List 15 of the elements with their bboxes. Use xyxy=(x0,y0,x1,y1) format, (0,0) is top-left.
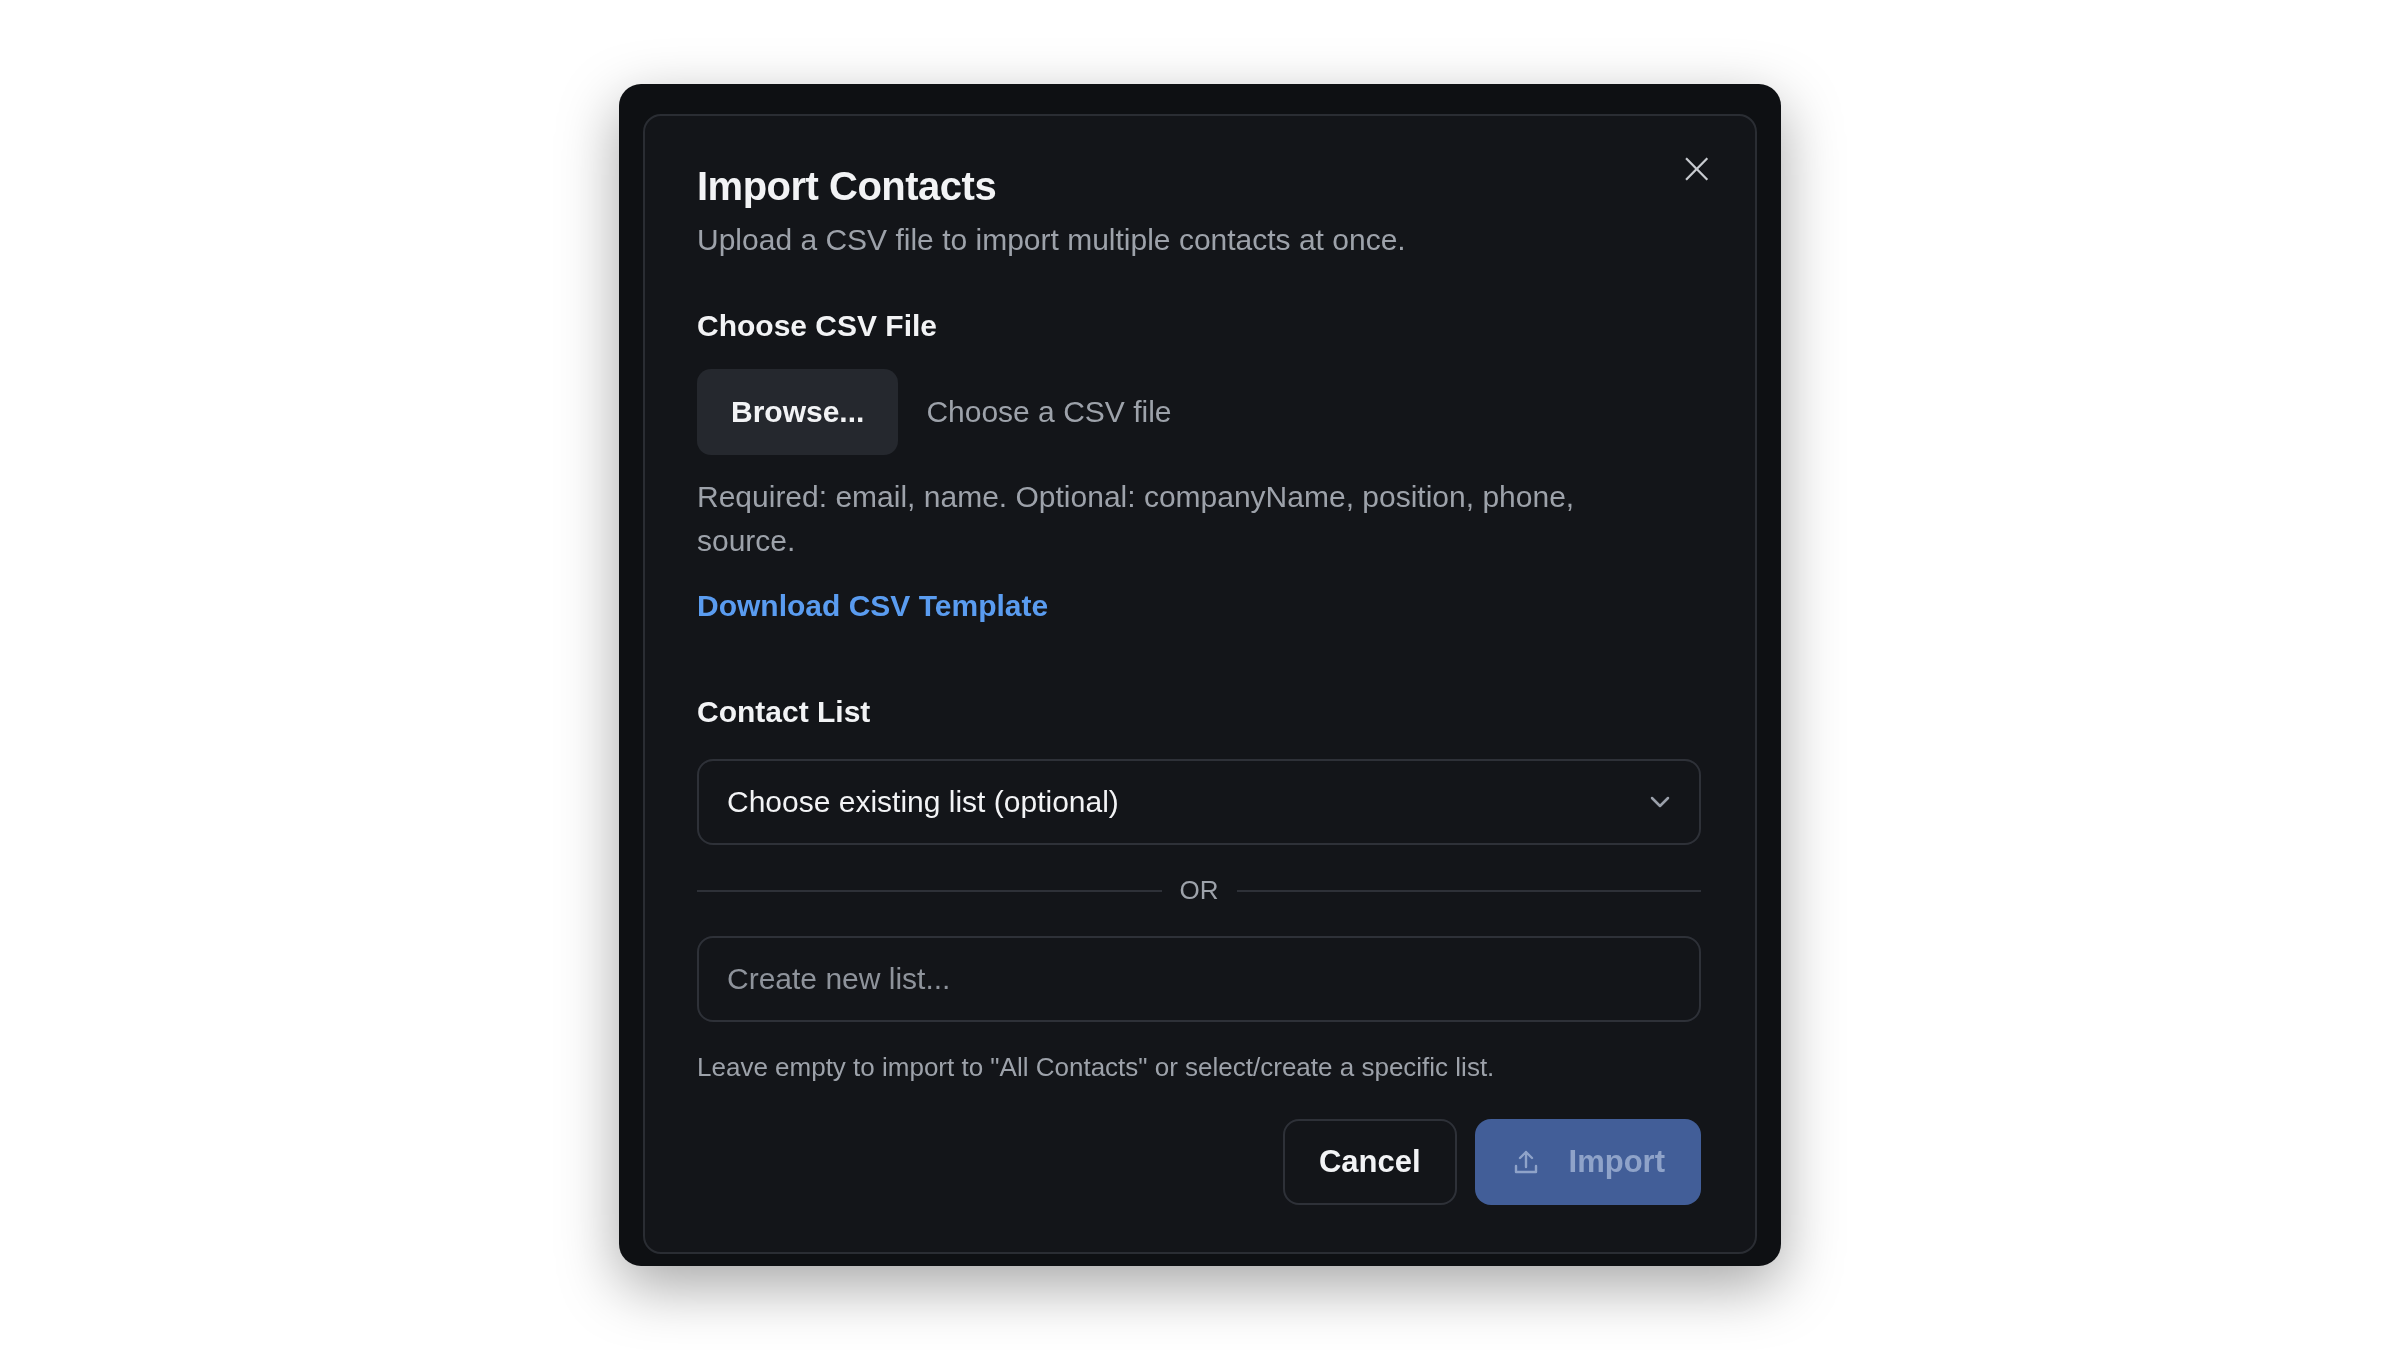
browse-button[interactable]: Browse... xyxy=(697,369,899,455)
chevron-down-icon xyxy=(1649,795,1671,809)
template-link[interactable]: Download CSV Template xyxy=(697,589,1049,623)
field-label: Contact List xyxy=(697,695,872,729)
close-button[interactable]: × xyxy=(1678,146,1715,190)
field-label: Choose CSV File xyxy=(697,309,939,343)
dialog-title: Import Contacts xyxy=(697,164,998,209)
new-list-field[interactable]: Create new list... xyxy=(697,936,1701,1022)
help-text: Required: email, name. Optional: companyName, position, phone, source. xyxy=(697,479,1576,559)
file-name-field[interactable]: Choose a CSV file xyxy=(926,391,1227,433)
dialog-subtitle: Upload a CSV file to import multiple contacts at once. xyxy=(697,223,1407,257)
hint-text: Leave empty to import to "All Contacts" or select/create a specific list. xyxy=(697,1052,1496,1083)
list-select[interactable]: Choose existing list (optional) xyxy=(697,759,1701,845)
divider-text: OR xyxy=(1179,875,1219,906)
cancel-button[interactable]: Cancel xyxy=(1282,1119,1457,1205)
